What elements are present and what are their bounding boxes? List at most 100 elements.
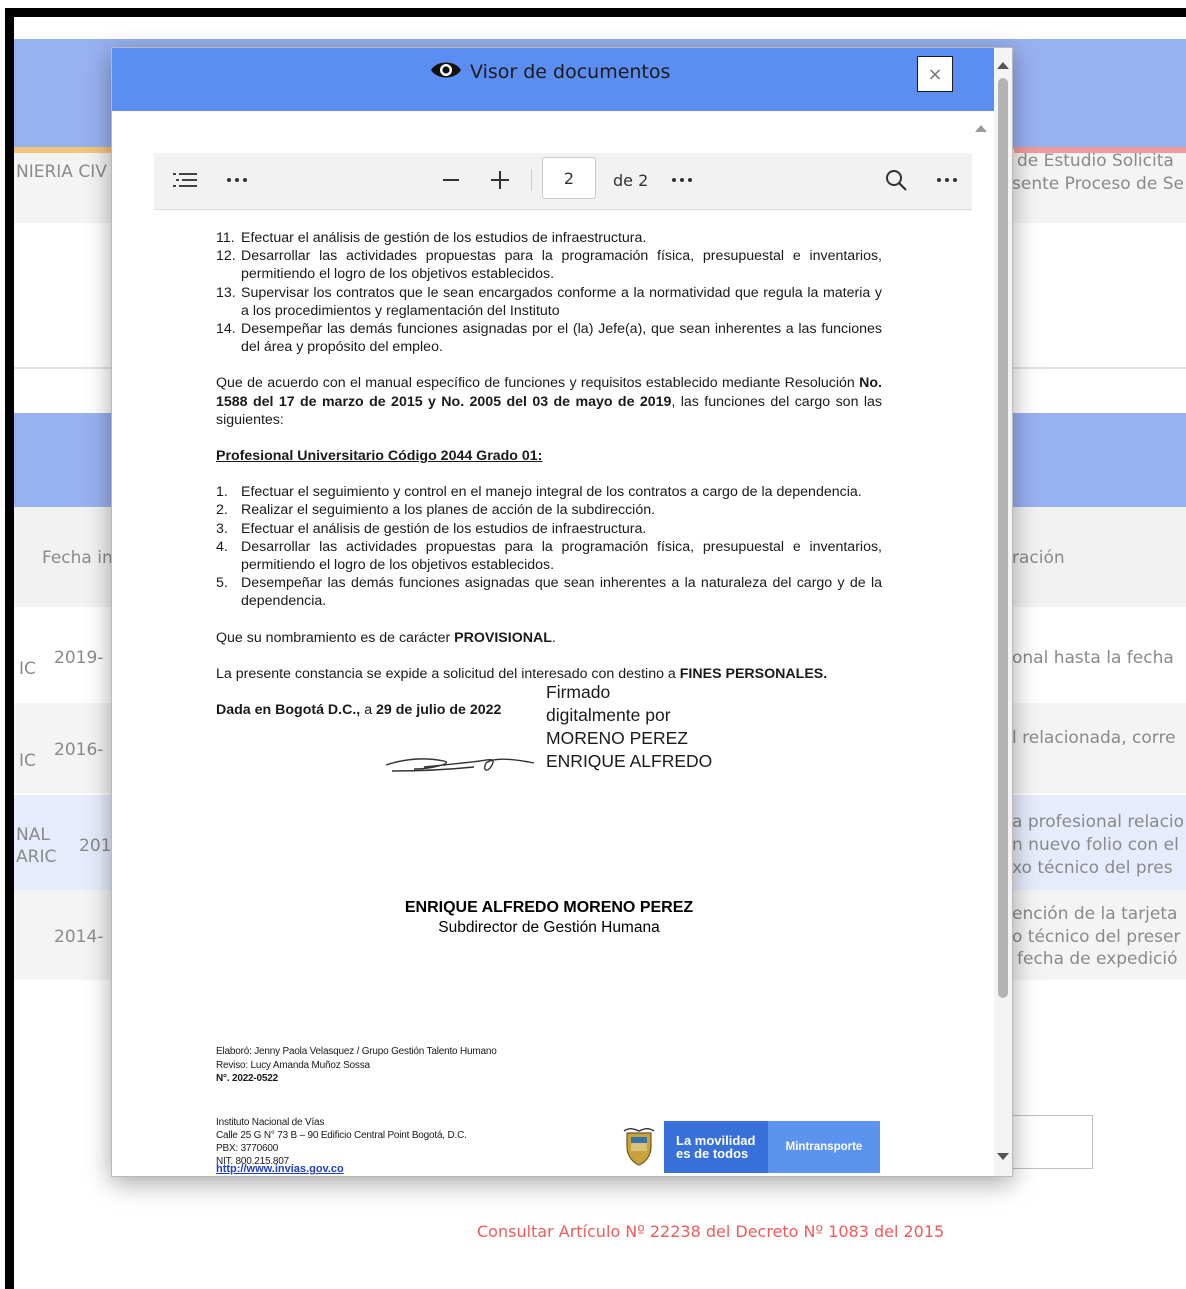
text: . [551, 629, 556, 646]
functions-list-b: 1. Efectuar el seguimiento y control en e… [216, 483, 882, 610]
list-number: 14. [216, 321, 236, 338]
toc-icon[interactable] [170, 167, 200, 193]
search-icon[interactable] [881, 165, 911, 195]
list-number: 11. [216, 230, 235, 246]
list-number: 2. [216, 502, 228, 519]
list-item: 5. Desempeñar las demás funciones asignad… [216, 574, 882, 610]
more-icon[interactable] [222, 167, 252, 193]
signature-scribble-icon [385, 758, 535, 772]
list-item: 11. Efectuar el análisis de gestión de lo… [216, 229, 882, 247]
stamp-line: digitalmente por [546, 705, 671, 725]
bg-text: NAL [16, 825, 50, 845]
document-viewer-modal: Visor de documentos × de 2 [111, 47, 1013, 1177]
institution-address: Calle 25 G N° 73 B – 90 Edificio Central… [216, 1130, 467, 1141]
list-text: Desarrollar las actividades propuestas p… [241, 538, 882, 574]
bg-text: IC [19, 659, 36, 679]
list-number: 12. [216, 248, 236, 265]
page-count: de 2 [613, 171, 649, 190]
list-item: 12. Desarrollar las actividades propuesta… [216, 247, 882, 283]
more-icon[interactable] [667, 167, 697, 193]
close-button[interactable]: × [917, 56, 953, 92]
list-text: Desempeñar las demás funciones asignadas… [241, 321, 882, 356]
list-text: Efectuar el seguimiento y control en el … [241, 484, 862, 501]
list-text: Desempeñar las demás funciones asignadas… [241, 575, 882, 610]
scroll-up-arrow[interactable] [997, 62, 1009, 69]
signer-title: Subdirector de Gestión Humana [438, 919, 660, 936]
bg-text: n nuevo folio con el [1012, 835, 1179, 855]
bg-text: NIERIA CIV [16, 162, 107, 182]
reviso-text: Reviso: Lucy Amanda Muñoz Sossa [216, 1060, 370, 1071]
stamp-line: Firmado [546, 682, 611, 702]
bg-text: fecha de expedició [1017, 949, 1178, 969]
bg-text: ARIC [16, 847, 57, 867]
inner-scroll-up-arrow[interactable] [975, 125, 987, 132]
bg-text: xo técnico del pres [1012, 858, 1173, 878]
list-item: 3. Efectuar el análisis de gestión de los… [216, 520, 882, 538]
text: Que su nombramiento es de carácter [216, 629, 455, 646]
list-item: 14. Desempeñar las demás funciones asigna… [216, 320, 882, 356]
consult-article-link[interactable]: Consultar Artículo Nº 22238 del Decreto … [477, 1222, 944, 1241]
bg-text: o técnico del preser [1012, 927, 1181, 947]
list-number: 4. [216, 538, 228, 555]
institution-name: Instituto Nacional de Vías [216, 1117, 325, 1128]
coat-of-arms-icon [614, 1121, 664, 1173]
bg-text: IC [19, 751, 36, 771]
modal-title: Visor de documentos [430, 59, 670, 85]
signature-area: Firmado digitalmente por MORENO PEREZ EN… [272, 681, 792, 811]
bg-input-box[interactable] [1009, 1115, 1093, 1169]
toolbar-separator [531, 169, 532, 191]
bg-text: 2014- [54, 927, 104, 947]
eye-icon [430, 59, 462, 86]
text: La presente constancia se expide a solic… [216, 665, 680, 682]
zoom-out-icon[interactable] [436, 167, 466, 193]
text-bold: PROVISIONAL [454, 629, 552, 646]
list-number: 1. [216, 484, 228, 501]
list-text: Efectuar el análisis de gestión de los e… [241, 520, 647, 537]
bg-text: Fecha in [42, 548, 113, 568]
list-text: Efectuar el análisis de gestión de los e… [241, 230, 647, 246]
document-number: N°. 2022-0522 [216, 1073, 278, 1084]
institution-pbx: PBX: 3770600 [216, 1143, 279, 1154]
list-item: 13. Supervisar los contratos que le sean … [216, 284, 882, 320]
website-link[interactable]: http://www.invias.gov.co [216, 1163, 344, 1175]
list-number: 5. [216, 575, 228, 592]
list-text: Realizar el seguimiento a los planes de … [241, 502, 656, 519]
pdf-toolbar: de 2 [154, 153, 972, 210]
bg-text: 201 [79, 836, 112, 856]
more-icon[interactable] [932, 167, 962, 193]
digital-signature-stamp: Firmado digitalmente por MORENO PEREZ EN… [546, 681, 712, 773]
bg-text: onal hasta la fecha [1012, 648, 1174, 668]
modal-title-text: Visor de documentos [470, 61, 671, 83]
bg-text: a profesional relacio [1012, 812, 1185, 832]
list-item: 2. Realizar el seguimiento a los planes d… [216, 501, 882, 519]
list-number: 13. [216, 284, 236, 301]
bg-text: 2016- [54, 740, 104, 760]
list-text: Desarrollar las actividades propuestas p… [241, 248, 882, 283]
modal-header: Visor de documentos × [112, 48, 994, 111]
list-item: 1. Efectuar el seguimiento y control en e… [216, 483, 882, 501]
zoom-in-icon[interactable] [485, 167, 515, 193]
paragraph-manual: Que de acuerdo con el manual específico … [216, 374, 882, 429]
elaboro-text: Elaboró: Jenny Paola Velasquez / Grupo G… [216, 1046, 497, 1057]
scroll-thumb[interactable] [998, 78, 1008, 998]
stamp-line: MORENO PEREZ [546, 728, 688, 748]
text-bold: FINES PERSONALES. [679, 665, 828, 682]
stamp-line: ENRIQUE ALFREDO [546, 751, 713, 771]
bg-text: 2019- [54, 648, 104, 668]
scroll-down-arrow[interactable] [997, 1153, 1009, 1160]
functions-list-a: 11. Efectuar el análisis de gestión de lo… [216, 229, 882, 356]
movilidad-logo: La movilidad es de todos [664, 1121, 768, 1173]
signer-name: ENRIQUE ALFREDO MORENO PEREZ [404, 899, 694, 916]
mintransporte-logo: Mintransporte [768, 1121, 880, 1173]
bg-text: l relacionada, corre [1012, 728, 1176, 748]
text: Que de acuerdo con el manual específico … [216, 375, 860, 392]
list-text: Supervisar los contratos que le sean enc… [241, 284, 882, 319]
position-heading: Profesional Universitario Código 2044 Gr… [216, 448, 543, 465]
outer-scrollbar[interactable] [994, 48, 1012, 1176]
bg-text: ración [1012, 548, 1065, 568]
bg-text: de Estudio Solicita [1017, 151, 1174, 171]
modal-body: de 2 11. Efectuar el análisis de gestión … [112, 111, 994, 1176]
page-number-input[interactable] [542, 157, 596, 199]
bg-text: sente Proceso de Se [1012, 174, 1184, 194]
list-number: 3. [216, 520, 228, 537]
